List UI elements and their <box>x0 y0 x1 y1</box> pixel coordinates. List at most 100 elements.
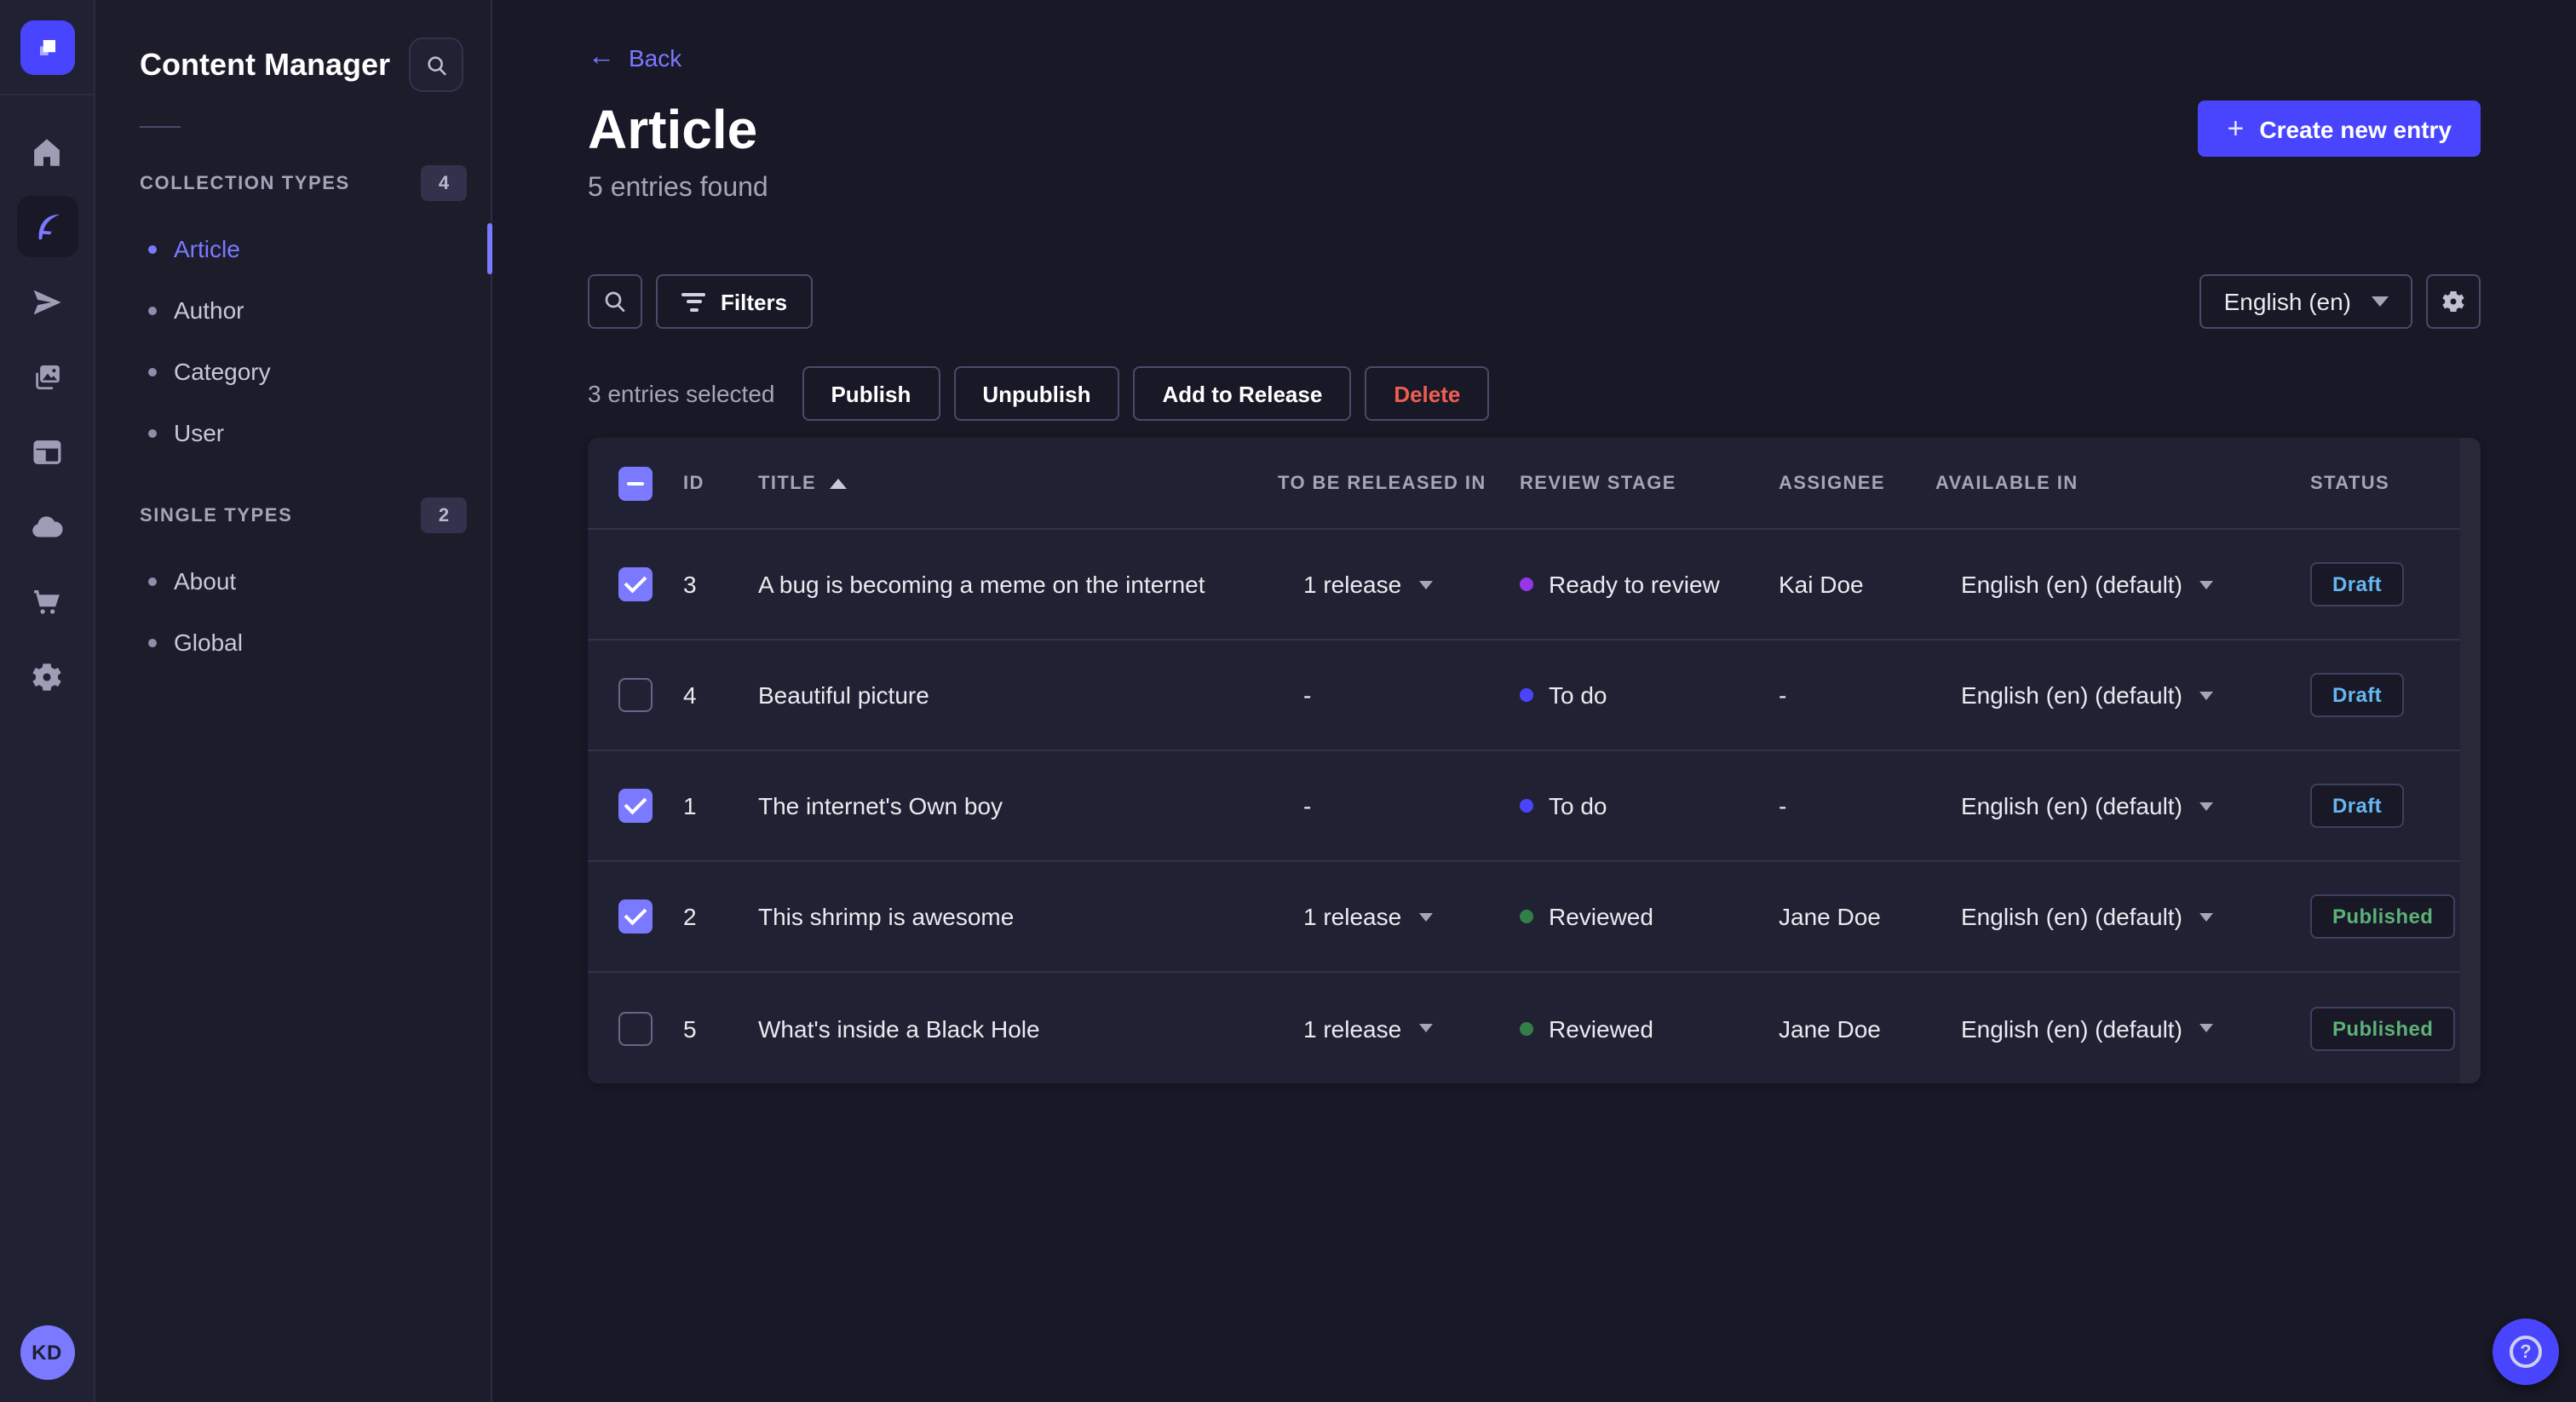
sidebar-item-author[interactable]: Author <box>95 279 491 341</box>
add-to-release-button[interactable]: Add to Release <box>1133 366 1352 421</box>
cell-status: Draft <box>2310 784 2481 828</box>
locale-caret-icon <box>2199 691 2213 699</box>
settings-gear-icon[interactable] <box>16 646 78 707</box>
content-manager-icon[interactable] <box>16 196 78 257</box>
publish-button[interactable]: Publish <box>802 366 940 421</box>
select-all-checkbox[interactable] <box>618 466 653 500</box>
subnav-search-button[interactable] <box>409 37 463 92</box>
delete-button[interactable]: Delete <box>1365 366 1490 421</box>
locale-caret-icon <box>2199 802 2213 810</box>
cell-review-stage: To do <box>1520 681 1779 709</box>
row-checkbox[interactable] <box>618 567 653 601</box>
cell-released-in[interactable]: 1 release <box>1278 1014 1520 1042</box>
filters-button[interactable]: Filters <box>656 274 814 329</box>
sort-ascending-icon <box>830 478 848 488</box>
content-manager-subnav: Content Manager COLLECTION TYPES 4 Artic… <box>95 0 492 1402</box>
back-link[interactable]: ← Back <box>588 41 681 75</box>
gear-icon <box>2442 291 2464 312</box>
bullet-icon <box>148 244 157 253</box>
bullet-icon <box>148 428 157 437</box>
sidebar-item-article[interactable]: Article <box>95 218 492 279</box>
cell-title: What's inside a Black Hole <box>758 1014 1040 1042</box>
view-settings-button[interactable] <box>2426 274 2481 329</box>
cell-title: A bug is becoming a meme on the internet <box>758 571 1205 598</box>
sidebar-item-about[interactable]: About <box>95 550 491 612</box>
cell-available-in[interactable]: English (en) (default) <box>1935 681 2310 709</box>
table-row[interactable]: 5 What's inside a Black Hole 1 release R… <box>588 973 2481 1083</box>
create-new-entry-button[interactable]: + Create new entry <box>2198 101 2481 157</box>
cell-released-in[interactable]: 1 release <box>1278 571 1520 598</box>
locale-caret-icon <box>2199 912 2213 921</box>
content-type-builder-icon[interactable] <box>16 421 78 482</box>
subnav-divider <box>140 126 181 128</box>
stage-dot <box>1520 577 1533 591</box>
sidebar-item-global[interactable]: Global <box>95 612 491 673</box>
table-row[interactable]: 4 Beautiful picture - To do - English (e… <box>588 641 2481 751</box>
table-scrollbar-track[interactable] <box>2460 438 2481 1083</box>
cell-available-in[interactable]: English (en) (default) <box>1935 792 2310 819</box>
help-button[interactable]: ? <box>2493 1319 2559 1385</box>
entries-table: ID TITLE TO BE RELEASED IN REVIEW STAGE … <box>588 438 2481 1083</box>
search-button[interactable] <box>588 274 642 329</box>
cell-released-in[interactable]: - <box>1278 792 1520 819</box>
cell-title: This shrimp is awesome <box>758 903 1015 930</box>
cell-review-stage: Ready to review <box>1520 571 1779 598</box>
cell-status: Published <box>2310 894 2481 939</box>
home-icon[interactable] <box>16 121 78 182</box>
column-header-title[interactable]: TITLE <box>758 473 1278 493</box>
stage-dot <box>1520 1021 1533 1035</box>
back-arrow-icon: ← <box>588 43 615 72</box>
search-icon <box>427 55 446 75</box>
release-caret-icon <box>1418 580 1433 589</box>
cell-id: 2 <box>683 903 697 930</box>
row-checkbox[interactable] <box>618 789 653 823</box>
table-row[interactable]: 1 The internet's Own boy - To do - Engli… <box>588 751 2481 862</box>
cell-id: 4 <box>683 681 697 709</box>
rail-divider <box>0 94 95 95</box>
strapi-logo[interactable] <box>20 20 74 75</box>
locale-select[interactable]: English (en) <box>2199 274 2412 329</box>
column-header-review-stage: REVIEW STAGE <box>1520 473 1676 493</box>
bullet-icon <box>148 367 157 376</box>
entries-count-subtitle: 5 entries found <box>588 174 768 203</box>
row-checkbox[interactable] <box>618 678 653 712</box>
table-row[interactable]: 3 A bug is becoming a meme on the intern… <box>588 530 2481 641</box>
column-header-available-in: AVAILABLE IN <box>1935 473 2079 493</box>
cell-assignee: - <box>1779 792 1787 819</box>
releases-icon[interactable] <box>16 271 78 332</box>
marketplace-cart-icon[interactable] <box>16 571 78 632</box>
status-badge: Draft <box>2310 562 2405 606</box>
table-row[interactable]: 2 This shrimp is awesome 1 release Revie… <box>588 862 2481 973</box>
cell-available-in[interactable]: English (en) (default) <box>1935 1014 2310 1042</box>
cloud-icon[interactable] <box>16 496 78 557</box>
stage-dot <box>1520 688 1533 702</box>
cell-id: 1 <box>683 792 697 819</box>
chevron-down-icon <box>2372 296 2389 307</box>
bullet-icon <box>148 306 157 314</box>
status-badge: Published <box>2310 894 2456 939</box>
cell-released-in[interactable]: 1 release <box>1278 903 1520 930</box>
media-library-icon[interactable] <box>16 346 78 407</box>
plus-icon: + <box>2227 112 2245 144</box>
cell-available-in[interactable]: English (en) (default) <box>1935 903 2310 930</box>
row-checkbox[interactable] <box>618 899 653 934</box>
unpublish-button[interactable]: Unpublish <box>953 366 1120 421</box>
sidebar-item-category[interactable]: Category <box>95 341 491 402</box>
cell-review-stage: To do <box>1520 792 1779 819</box>
cell-review-stage: Reviewed <box>1520 1014 1779 1042</box>
locale-caret-icon <box>2199 580 2213 589</box>
section-label-single-types: SINGLE TYPES <box>140 505 293 526</box>
cell-available-in[interactable]: English (en) (default) <box>1935 571 2310 598</box>
filter-icon <box>681 292 705 311</box>
question-mark-icon: ? <box>2510 1336 2542 1368</box>
user-avatar[interactable]: KD <box>20 1325 74 1380</box>
status-badge: Draft <box>2310 673 2405 717</box>
column-header-status: STATUS <box>2310 473 2390 493</box>
cell-released-in[interactable]: - <box>1278 681 1520 709</box>
cell-id: 3 <box>683 571 697 598</box>
sidebar-item-user[interactable]: User <box>95 402 491 463</box>
row-checkbox[interactable] <box>618 1011 653 1045</box>
column-header-id: ID <box>683 473 704 493</box>
cell-status: Published <box>2310 1006 2481 1050</box>
cell-title: The internet's Own boy <box>758 792 1003 819</box>
